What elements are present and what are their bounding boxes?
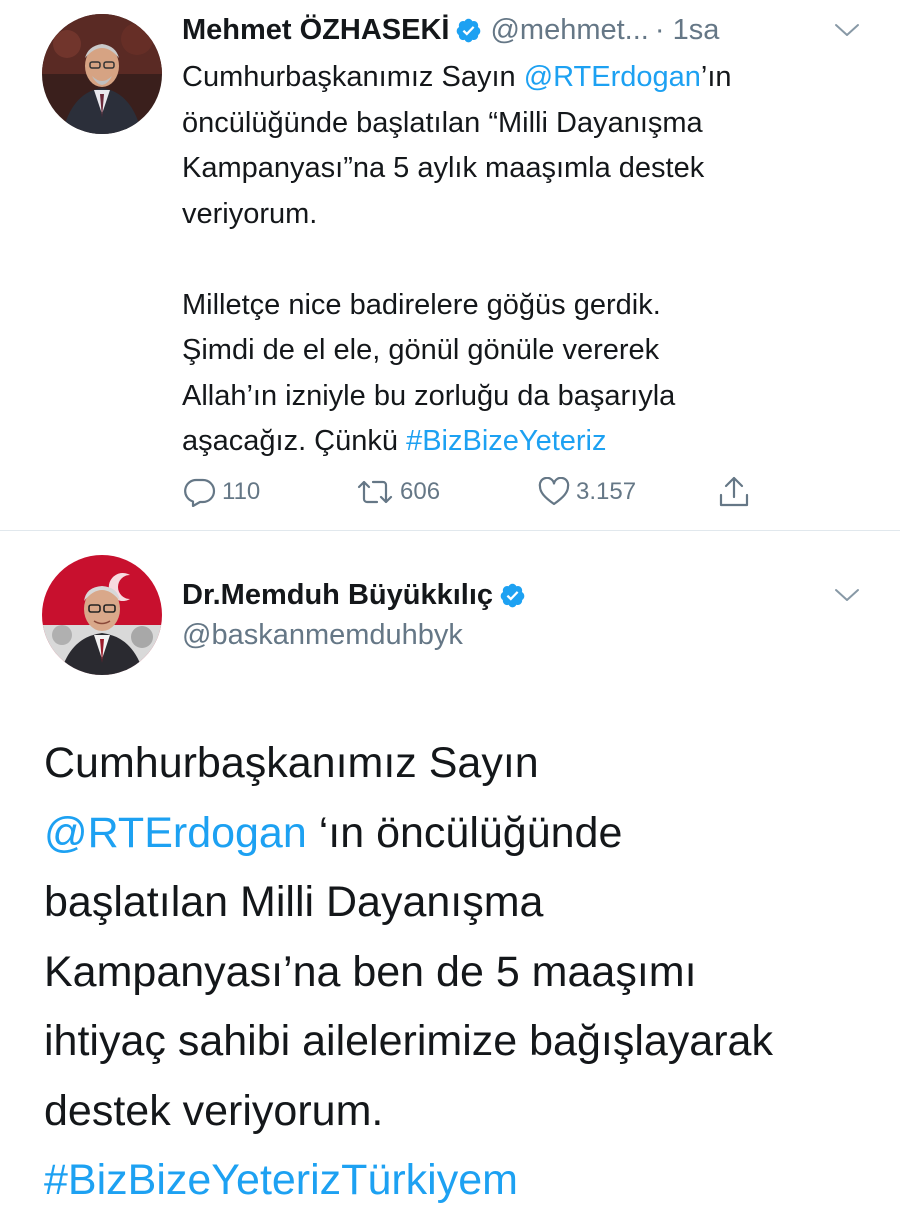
tweet-text-line: Cumhurbaşkanımız Sayın <box>44 739 539 787</box>
author-name[interactable]: Dr.Memduh Büyükkılıç <box>182 579 493 612</box>
avatar[interactable] <box>42 14 162 134</box>
retweet-count: 606 <box>400 478 441 505</box>
verified-badge-icon <box>455 17 482 44</box>
tweet-text-line: Allah’ın izniyle bu zorluğu da başarıyla <box>182 379 676 412</box>
chevron-down-icon[interactable] <box>834 587 860 603</box>
reply-button[interactable]: 110 <box>184 472 260 512</box>
hashtag-link[interactable]: #BizBizeYeteriz <box>406 425 606 457</box>
mention-link[interactable]: @RTErdogan <box>524 61 701 93</box>
tweet-mehmet-ozhaseki[interactable]: Mehmet ÖZHASEKİ @mehmet... · 1sa Cumhurb… <box>0 0 900 530</box>
text-segment: ’ın <box>700 61 732 93</box>
tweet-text-line: veriyorum. <box>182 197 318 230</box>
tweet-text-line: öncülüğünde başlatılan “Milli Dayanışma <box>182 106 703 139</box>
tweet-text-line: destek veriyorum. <box>44 1086 384 1135</box>
profile-photo <box>42 14 162 134</box>
tweet-text-line: Kampanyası”na 5 aylık maaşımla destek <box>182 152 705 184</box>
author-handle[interactable]: @baskanmemduhbyk <box>182 619 463 652</box>
tweet-text-line: başlatılan Milli Dayanışma <box>44 878 544 926</box>
share-button[interactable] <box>718 472 750 512</box>
tweet-text-line: Kampanyası’na ben de 5 maaşımı <box>44 947 697 996</box>
text-segment: ‘ın öncülüğünde <box>306 808 623 857</box>
tweet-actions: 110 606 3.157 <box>184 472 764 512</box>
like-button[interactable]: 3.157 <box>538 472 636 512</box>
tweet-text-line: ihtiyaç sahibi ailelerimize bağışlayarak <box>44 1017 773 1065</box>
author-name[interactable]: Mehmet ÖZHASEKİ <box>182 14 449 47</box>
text-segment: Cumhurbaşkanımız Sayın <box>182 61 524 93</box>
tweet-text-line: Şimdi de el ele, gönül gönüle vererek <box>182 334 660 366</box>
tweet-text: Cumhurbaşkanımız Sayın @RTErdogan’ın önc… <box>182 55 872 465</box>
tweet-text-line: Cumhurbaşkanımız Sayın @RTErdogan’ın <box>182 55 872 101</box>
heart-icon <box>538 477 570 506</box>
reply-count: 110 <box>222 478 261 505</box>
hashtag-link[interactable]: #BizBizeYeterizTürkiyem <box>44 1156 518 1204</box>
chevron-down-icon[interactable] <box>834 22 860 38</box>
tweet-header: Mehmet ÖZHASEKİ @mehmet... · 1sa <box>182 10 719 50</box>
tweet-text-line: aşacağız. Çünkü #BizBizeYeteriz <box>182 419 872 465</box>
reply-icon <box>184 478 216 507</box>
share-icon <box>719 476 749 507</box>
profile-photo <box>42 555 162 675</box>
tweet-text-line: #BizBizeYeterizTürkiyem <box>44 1146 884 1216</box>
tweet-header: Dr.Memduh Büyükkılıç <box>182 575 526 615</box>
tweet-memduh-buyukkilic[interactable]: Dr.Memduh Büyükkılıç @baskanmemduhbyk Cu… <box>0 531 900 1230</box>
retweet-icon <box>357 480 393 504</box>
author-handle[interactable]: @mehmet... <box>490 14 648 47</box>
text-segment: aşacağız. Çünkü <box>182 425 407 457</box>
avatar[interactable] <box>42 555 162 675</box>
mention-link[interactable]: @RTErdogan <box>44 809 307 857</box>
tweet-text-line: Milletçe nice badirelere göğüs gerdik. <box>182 288 661 321</box>
tweet-text: Cumhurbaşkanımız Sayın @RTErdogan ‘ın ön… <box>44 729 884 1216</box>
tweet-time[interactable]: · 1sa <box>655 14 719 47</box>
retweet-button[interactable]: 606 <box>356 472 440 512</box>
tweet-text-line: @RTErdogan ‘ın öncülüğünde <box>44 799 884 869</box>
verified-badge-icon <box>499 582 526 609</box>
like-count: 3.157 <box>576 478 637 505</box>
